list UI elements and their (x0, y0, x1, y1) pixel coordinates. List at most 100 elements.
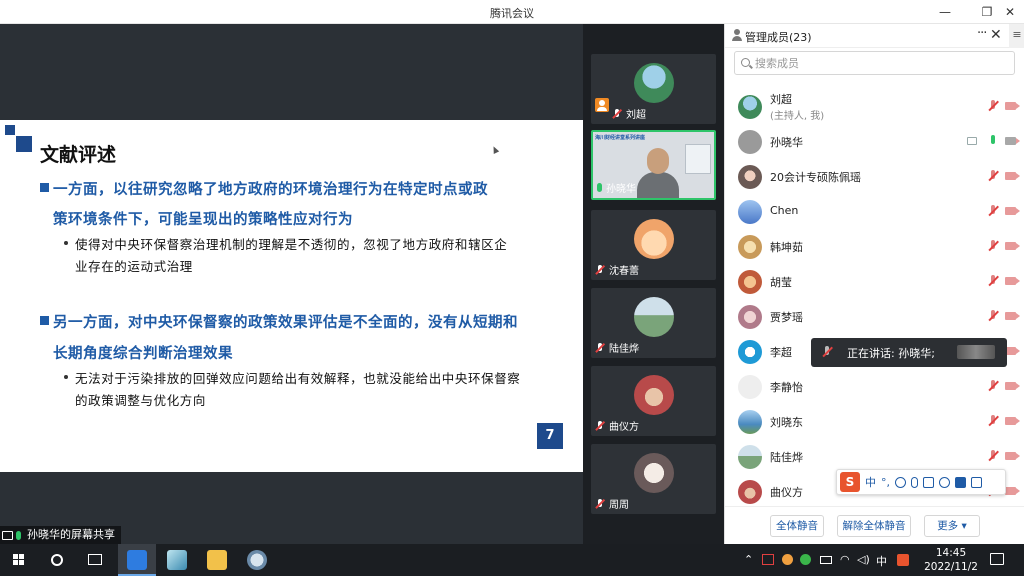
shared-screen[interactable]: 文献评述 一方面，以往研究忽略了地方政府的环境治理行为在特定时点或政 策环境条件… (0, 24, 583, 544)
presentation-slide: 文献评述 一方面，以往研究忽略了地方政府的环境治理行为在特定时点或政 策环境条件… (0, 120, 583, 472)
taskbar-app-browser[interactable] (238, 544, 276, 576)
cortana-button[interactable] (38, 544, 76, 576)
battery-icon[interactable] (820, 556, 832, 564)
member-row[interactable]: 韩坤茹 (725, 229, 1024, 264)
mic-muted-icon (595, 342, 605, 353)
mic-muted-icon[interactable] (987, 240, 999, 252)
mic-muted-icon[interactable] (987, 310, 999, 322)
member-row[interactable]: 刘晓东 (725, 404, 1024, 439)
video-tile[interactable]: 沈春蕾 (591, 210, 716, 280)
sogou-tray-icon[interactable] (897, 554, 909, 566)
avatar (738, 375, 762, 399)
mic-muted-icon[interactable] (987, 380, 999, 392)
camera-off-icon[interactable] (1005, 487, 1016, 495)
avatar (634, 63, 674, 103)
member-name: 20会计专硕陈佩瑶 (770, 171, 861, 184)
camera-off-icon[interactable] (1005, 452, 1016, 460)
taskbar-app-tencent-meeting[interactable] (118, 544, 156, 576)
member-search-input[interactable] (755, 55, 1005, 71)
member-row[interactable]: 胡莹 (725, 264, 1024, 299)
members-footer: 全体静音 解除全体静音 更多 ▾ (725, 506, 1024, 544)
toolbox-icon[interactable] (971, 476, 982, 488)
wifi-icon[interactable]: ◠ (840, 553, 850, 566)
mic-muted-icon[interactable] (987, 450, 999, 462)
slide-corner-decoration (5, 125, 15, 135)
tray-app-icon[interactable] (762, 554, 774, 565)
more-button[interactable]: 更多 ▾ (924, 515, 980, 537)
member-row[interactable]: 贾梦瑶 (725, 299, 1024, 334)
close-panel-icon[interactable]: ✕ (990, 27, 1002, 43)
mic-on-icon[interactable] (987, 135, 999, 147)
input-language[interactable]: 中 (876, 553, 887, 569)
screen-share-icon (967, 137, 977, 145)
screen-share-icon (2, 530, 13, 540)
video-tile-active-speaker[interactable]: 海川财经讲堂系列讲座 孙晓华 (591, 130, 716, 200)
task-view-button[interactable] (76, 544, 114, 576)
camera-off-icon[interactable] (1005, 312, 1016, 320)
member-row[interactable]: 20会计专硕陈佩瑶 (725, 159, 1024, 194)
tray-overflow-icon[interactable]: ⌃ (744, 553, 753, 566)
camera-off-icon[interactable] (1005, 172, 1016, 180)
video-tile[interactable]: 周周 (591, 444, 716, 514)
member-row[interactable]: 孙晓华 (725, 124, 1024, 159)
members-icon (731, 29, 743, 41)
video-tile[interactable]: 陆佳烨 (591, 288, 716, 358)
screen-share-label: 孙晓华的屏幕共享 (27, 528, 115, 541)
camera-off-icon[interactable] (1005, 417, 1016, 425)
bullet-1-line-2: 策环境条件下，可能呈现出的策略性应对行为 (53, 211, 353, 228)
mute-all-button[interactable]: 全体静音 (770, 515, 824, 537)
bullet-1-sub-line-2: 业存在的运动式治理 (75, 259, 193, 274)
keyboard-icon[interactable] (923, 476, 934, 488)
windows-logo-icon (13, 554, 25, 566)
video-tile[interactable]: 曲仪方 (591, 366, 716, 436)
sub-bullet-dot (64, 375, 68, 379)
bullet-2-line-1: 另一方面，对中央环保督察的政策效果评估是不全面的，没有从短期和 (53, 314, 518, 331)
mic-muted-icon[interactable] (987, 170, 999, 182)
windows-taskbar: ⌃ ◠ ◁) 中 14:45 2022/11/2 (0, 544, 1024, 576)
slide-page-number: 7 (537, 423, 563, 449)
ime-toolbar[interactable]: S 中 °, (836, 469, 1006, 495)
volume-icon[interactable]: ◁) (857, 553, 870, 566)
camera-on-icon[interactable] (1005, 137, 1016, 145)
start-button[interactable] (0, 544, 38, 576)
camera-off-icon[interactable] (1005, 242, 1016, 250)
mic-muted-icon[interactable] (987, 100, 999, 112)
avatar (634, 297, 674, 337)
ime-mode-toggle[interactable]: 中 (865, 474, 876, 490)
taskbar-clock[interactable]: 14:45 2022/11/2 (920, 546, 982, 574)
camera-off-icon[interactable] (1005, 277, 1016, 285)
restore-icon[interactable]: ❐ (978, 3, 996, 21)
tray-app-icon[interactable] (800, 554, 811, 565)
unmute-all-button[interactable]: 解除全体静音 (837, 515, 911, 537)
camera-off-icon[interactable] (1005, 207, 1016, 215)
mic-muted-icon[interactable] (987, 415, 999, 427)
skin-icon[interactable] (955, 476, 966, 488)
minimize-icon[interactable]: — (936, 3, 954, 21)
video-tile[interactable]: 刘超 (591, 54, 716, 124)
camera-off-icon[interactable] (1005, 382, 1016, 390)
mic-muted-icon[interactable] (987, 275, 999, 287)
taskbar-app-notes[interactable] (158, 544, 196, 576)
voice-input-icon[interactable] (911, 476, 918, 488)
emoji-icon[interactable] (895, 476, 906, 488)
video-tile-name: 陆佳烨 (609, 344, 639, 355)
close-icon[interactable]: ✕ (1001, 3, 1019, 21)
member-row[interactable]: Chen (725, 194, 1024, 229)
members-header: 管理成员(23) ··· ✕ ≡ (725, 24, 1024, 48)
member-row[interactable]: 刘超 (主持人, 我) (725, 89, 1024, 124)
clock-time: 14:45 (935, 547, 967, 559)
taskbar-app-file-explorer[interactable] (198, 544, 236, 576)
sogou-logo-icon[interactable]: S (840, 472, 860, 492)
panel-menu-icon[interactable]: ≡ (1009, 24, 1024, 48)
member-row[interactable]: 李静怡 (725, 369, 1024, 404)
mic-muted-icon[interactable] (987, 205, 999, 217)
notification-center-icon[interactable] (990, 553, 1004, 565)
speaking-tooltip: 正在讲话: 孙晓华; (811, 338, 1007, 367)
more-options-icon[interactable]: ··· (977, 26, 987, 41)
member-search[interactable] (734, 51, 1015, 75)
tray-app-icon[interactable] (782, 554, 793, 565)
camera-off-icon[interactable] (1005, 102, 1016, 110)
ime-punctuation-toggle[interactable]: °, (881, 476, 890, 489)
bullet-1-sub-line-1: 使得对中央环保督察治理机制的理解是不透彻的，忽视了地方政府和辖区企 (75, 237, 508, 252)
user-icon[interactable] (939, 476, 950, 488)
